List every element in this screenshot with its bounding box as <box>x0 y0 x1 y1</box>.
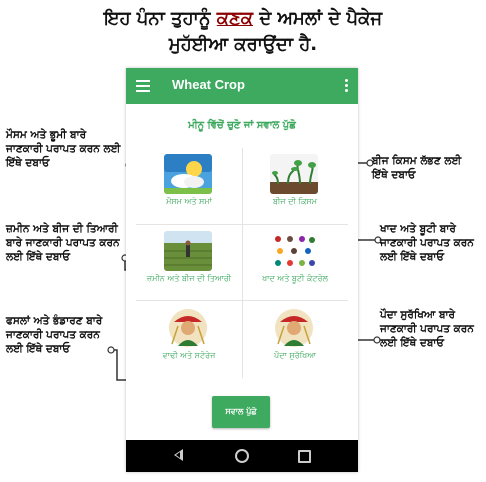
ask-question-button[interactable]: ਸਵਾਲ ਪੁੱਛੋ <box>212 396 270 428</box>
app-bar: Wheat Crop <box>126 68 358 104</box>
menu-item-label: ਪੌਦਾ ਸੁਰੱਖਿਆ <box>274 351 316 360</box>
weather-icon <box>164 154 212 194</box>
menu-item-land-prep[interactable]: ਜ਼ਮੀਨ ਅਤੇ ਬੀਜ ਦੀ ਤਿਆਰੀ <box>136 225 242 301</box>
pests-icon <box>270 231 318 271</box>
seedling-icon <box>270 154 318 194</box>
hamburger-menu-icon[interactable] <box>136 80 150 95</box>
menu-prompt: ਮੀਨੂ ਵਿੱਚੋਂ ਚੁਣੋ ਜਾਂ ਸਵਾਲ ਪੁੱਛੋ <box>188 120 296 131</box>
farmer-icon <box>169 309 207 347</box>
menu-item-label: ਮੌਸਮ ਅਤੇ ਸਮਾਂ <box>166 197 212 206</box>
menu-item-harvest-storage[interactable]: ਵਾਢੀ ਅਤੇ ਸਟੋਰੇਜ <box>136 302 242 378</box>
callout-fertilizer: ਖਾਦ ਅਤੇ ਬੂਟੀ ਬਾਰੇ ਜਾਣਕਾਰੀ ਪਰਾਪਤ ਕਰਨ ਲਈ ਇ… <box>380 223 474 263</box>
field-icon <box>164 231 212 271</box>
menu-item-seed-variety[interactable]: ਬੀਜ ਦੀ ਕਿਸਮ <box>242 148 348 224</box>
menu-item-plant-protection[interactable]: ਪੌਦਾ ਸੁਰੱਖਿਆ <box>242 302 348 378</box>
menu-item-label: ਬੀਜ ਦੀ ਕਿਸਮ <box>272 197 318 206</box>
farmer-icon <box>275 309 313 347</box>
menu-item-label: ਜ਼ਮੀਨ ਅਤੇ ਬੀਜ ਦੀ ਤਿਆਰੀ <box>146 274 232 283</box>
recent-apps-icon[interactable] <box>298 450 311 463</box>
phone-screen: Wheat Crop ਮੀਨੂ ਵਿੱਚੋਂ ਚੁਣੋ ਜਾਂ ਸਵਾਲ ਪੁੱ… <box>126 68 358 472</box>
menu-grid: ਮੌਸਮ ਅਤੇ ਸਮਾਂ ਬੀਜ ਦੀ ਕਿਸਮ ਜ਼ਮੀਨ ਅਤੇ ਬੀਜ … <box>136 148 348 378</box>
callout-harvest: ਫਸਲਾਂ ਅਤੇ ਭੰਡਾਰਣ ਬਾਰੇ ਜਾਣਕਾਰੀ ਪਰਾਪਤ ਕਰਨ … <box>6 315 103 355</box>
home-icon[interactable] <box>235 449 249 463</box>
callout-seed: ਬੀਜ ਕਿਸਮ ਲੱਭਣ ਲਈ ਇੱਥੇ ਦਬਾਓ <box>372 155 462 181</box>
menu-item-weather[interactable]: ਮੌਸਮ ਅਤੇ ਸਮਾਂ <box>136 148 242 224</box>
android-nav-bar <box>126 440 358 472</box>
callout-weather: ਮੌਸਮ ਅਤੇ ਭੂਮੀ ਬਾਰੇ ਜਾਣਕਾਰੀ ਪਰਾਪਤ ਕਰਨ ਲਈ … <box>6 129 121 169</box>
back-icon[interactable] <box>174 449 183 461</box>
overflow-menu-icon[interactable] <box>345 79 348 94</box>
callout-land: ਜ਼ਮੀਨ ਅਤੇ ਬੀਜ ਦੀ ਤਿਆਰੀ ਬਾਰੇ ਜਾਣਕਾਰੀ ਪਰਾਪ… <box>6 223 120 263</box>
menu-item-fertilizer-weed[interactable]: ਖਾਦ ਅਤੇ ਬੂਟੀ ਕੰਟਰੋਲ <box>242 225 348 301</box>
app-title: Wheat Crop <box>172 77 245 92</box>
menu-item-label: ਖਾਦ ਅਤੇ ਬੂਟੀ ਕੰਟਰੋਲ <box>262 274 328 283</box>
menu-item-label: ਵਾਢੀ ਅਤੇ ਸਟੋਰੇਜ <box>162 351 216 360</box>
callout-protection: ਪੌਦਾ ਸੁਰੱਖਿਆ ਬਾਰੇ ਜਾਣਕਾਰੀ ਪਰਾਪਤ ਕਰਨ ਲਈ ਇ… <box>380 309 474 349</box>
